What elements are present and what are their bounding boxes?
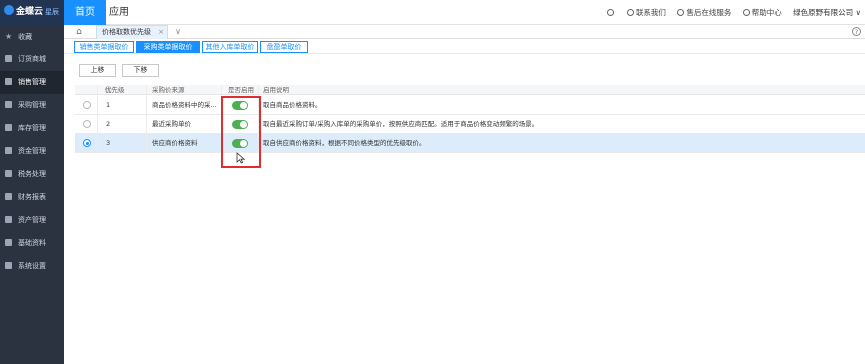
sidebar-item-tax[interactable]: 税务处理: [0, 163, 64, 186]
mouse-cursor-icon: [236, 152, 246, 164]
tab-label: 价格取数优先级: [102, 28, 151, 36]
help-circle-icon: [742, 9, 750, 16]
row-priority: 1: [106, 101, 111, 109]
sidebar-item-label: 库存管理: [18, 124, 46, 132]
help-circle-icon[interactable]: ⓘ: [105, 85, 112, 95]
sidebar-item-label: 系统设置: [18, 262, 46, 270]
asset-icon: [5, 216, 12, 223]
row-source: 供应商价格资料: [152, 139, 198, 147]
top-right-menu: 联系我们 售后在线服务 帮助中心 绿色原野有限公司 ∨: [598, 0, 861, 25]
sidebar-item-label: 采购管理: [18, 101, 46, 109]
sidebar-item-order-mall[interactable]: 订货商城: [0, 48, 64, 71]
purchase-icon: [5, 101, 12, 108]
row-description: 取自供应商价格资料，根据不同价格类型的优先级取价。: [263, 139, 426, 147]
chevron-down-icon: ∨: [855, 8, 862, 17]
table-row[interactable]: 3 供应商价格资料 取自供应商价格资料，根据不同价格类型的优先级取价。: [75, 134, 865, 153]
subtab-other-inbound-price[interactable]: 其他入库单取价: [202, 41, 258, 53]
sidebar-item-label: 收藏: [18, 33, 33, 41]
tax-icon: [5, 170, 12, 177]
row-source: 商品价格资料中的采...: [152, 101, 217, 109]
row-radio[interactable]: [83, 101, 91, 109]
column-divider: [97, 85, 98, 153]
row-radio[interactable]: [83, 139, 91, 147]
col-source: 采购价来源: [152, 86, 185, 94]
company-switcher[interactable]: 绿色原野有限公司 ∨: [793, 8, 861, 17]
search-button[interactable]: [606, 8, 616, 17]
row-source: 最近采购单价: [152, 120, 191, 128]
row-radio[interactable]: [83, 120, 91, 128]
tab-strip: [64, 25, 865, 39]
after-sales-link[interactable]: 售后在线服务: [677, 8, 731, 17]
col-enabled: 是否启用: [228, 86, 254, 94]
table-row[interactable]: 1 商品价格资料中的采... 取自商品价格资料。: [75, 96, 865, 115]
sidebar-item-assets[interactable]: 资产管理: [0, 209, 64, 232]
sidebar-item-label: 订货商城: [18, 55, 46, 63]
after-sales-label: 售后在线服务: [686, 8, 732, 17]
funds-icon: [5, 147, 12, 154]
contact-us-label: 联系我们: [635, 8, 666, 17]
row-description: 取自最近采购订单/采购入库单的采购单价，按照供应商匹配。适用于商品价格变动频繁的…: [263, 120, 539, 128]
sidebar-item-label: 销售管理: [18, 78, 46, 86]
sidebar-item-favorites[interactable]: ★ 收藏: [0, 25, 64, 48]
close-icon[interactable]: ×: [158, 26, 164, 39]
help-center-link[interactable]: 帮助中心: [742, 8, 782, 17]
sidebar-item-label: 资产管理: [18, 216, 46, 224]
settings-icon: [5, 262, 12, 269]
cart-icon: [5, 55, 12, 62]
subtab-sales-price[interactable]: 销售类单据取价: [74, 41, 134, 53]
column-divider: [146, 85, 147, 153]
sidebar-item-inventory[interactable]: 库存管理: [0, 117, 64, 140]
sidebar-item-settings[interactable]: 系统设置: [0, 255, 64, 278]
row-description: 取自商品价格资料。: [263, 101, 322, 109]
basedata-icon: [5, 239, 12, 246]
logo[interactable]: 金蝶云 星辰: [0, 0, 64, 25]
help-icon[interactable]: ?: [852, 27, 861, 36]
headset-icon: [677, 9, 685, 16]
sidebar-item-purchase[interactable]: 采购管理: [0, 94, 64, 117]
home-tab-icon[interactable]: ⌂: [70, 26, 88, 38]
logo-sub: 星辰: [45, 8, 60, 16]
star-icon: ★: [5, 32, 13, 41]
company-name: 绿色原野有限公司: [793, 8, 854, 17]
inventory-icon: [5, 124, 12, 131]
tab-more-chevron-icon[interactable]: ∨: [172, 25, 184, 39]
col-description: 启用说明: [263, 86, 289, 94]
grid-header: 优先级 ⓘ 采购价来源 是否启用 启用说明: [75, 85, 865, 95]
subtab-inventory-surplus-price[interactable]: 盘盈单取价: [260, 41, 308, 53]
sidebar-item-label: 财务报表: [18, 193, 46, 201]
logo-icon: [4, 5, 14, 15]
move-down-button[interactable]: 下移: [122, 64, 159, 77]
sidebar-item-basedata[interactable]: 基础资料: [0, 232, 64, 255]
help-center-label: 帮助中心: [751, 8, 782, 17]
sidebar-item-sales[interactable]: 销售管理: [0, 71, 64, 94]
subtab-purchase-price[interactable]: 采购类单据取价: [136, 41, 200, 53]
sidebar-item-funds[interactable]: 资金管理: [0, 140, 64, 163]
nav-home[interactable]: 首页: [64, 0, 106, 25]
search-icon: [606, 9, 614, 16]
sidebar: ★ 收藏 订货商城 销售管理 采购管理 库存管理 资金管理 税务处理 财务报表 资…: [0, 25, 64, 364]
tab-price-priority[interactable]: 价格取数优先级 ×: [96, 25, 168, 39]
row-priority: 2: [106, 120, 111, 128]
divider: [64, 53, 865, 54]
contact-us-link[interactable]: 联系我们: [626, 8, 666, 17]
sidebar-item-label: 资金管理: [18, 147, 46, 155]
sidebar-item-reports[interactable]: 财务报表: [0, 186, 64, 209]
sales-icon: [5, 78, 12, 85]
sidebar-item-label: 基础资料: [18, 239, 46, 247]
contact-icon: [626, 9, 634, 16]
table-row[interactable]: 2 最近采购单价 取自最近采购订单/采购入库单的采购单价，按照供应商匹配。适用于…: [75, 115, 865, 134]
report-icon: [5, 193, 12, 200]
move-up-button[interactable]: 上移: [79, 64, 116, 77]
nav-apps[interactable]: 应用: [106, 0, 132, 25]
sidebar-item-label: 税务处理: [18, 170, 46, 178]
logo-text: 金蝶云: [16, 7, 44, 17]
row-priority: 3: [106, 139, 111, 147]
